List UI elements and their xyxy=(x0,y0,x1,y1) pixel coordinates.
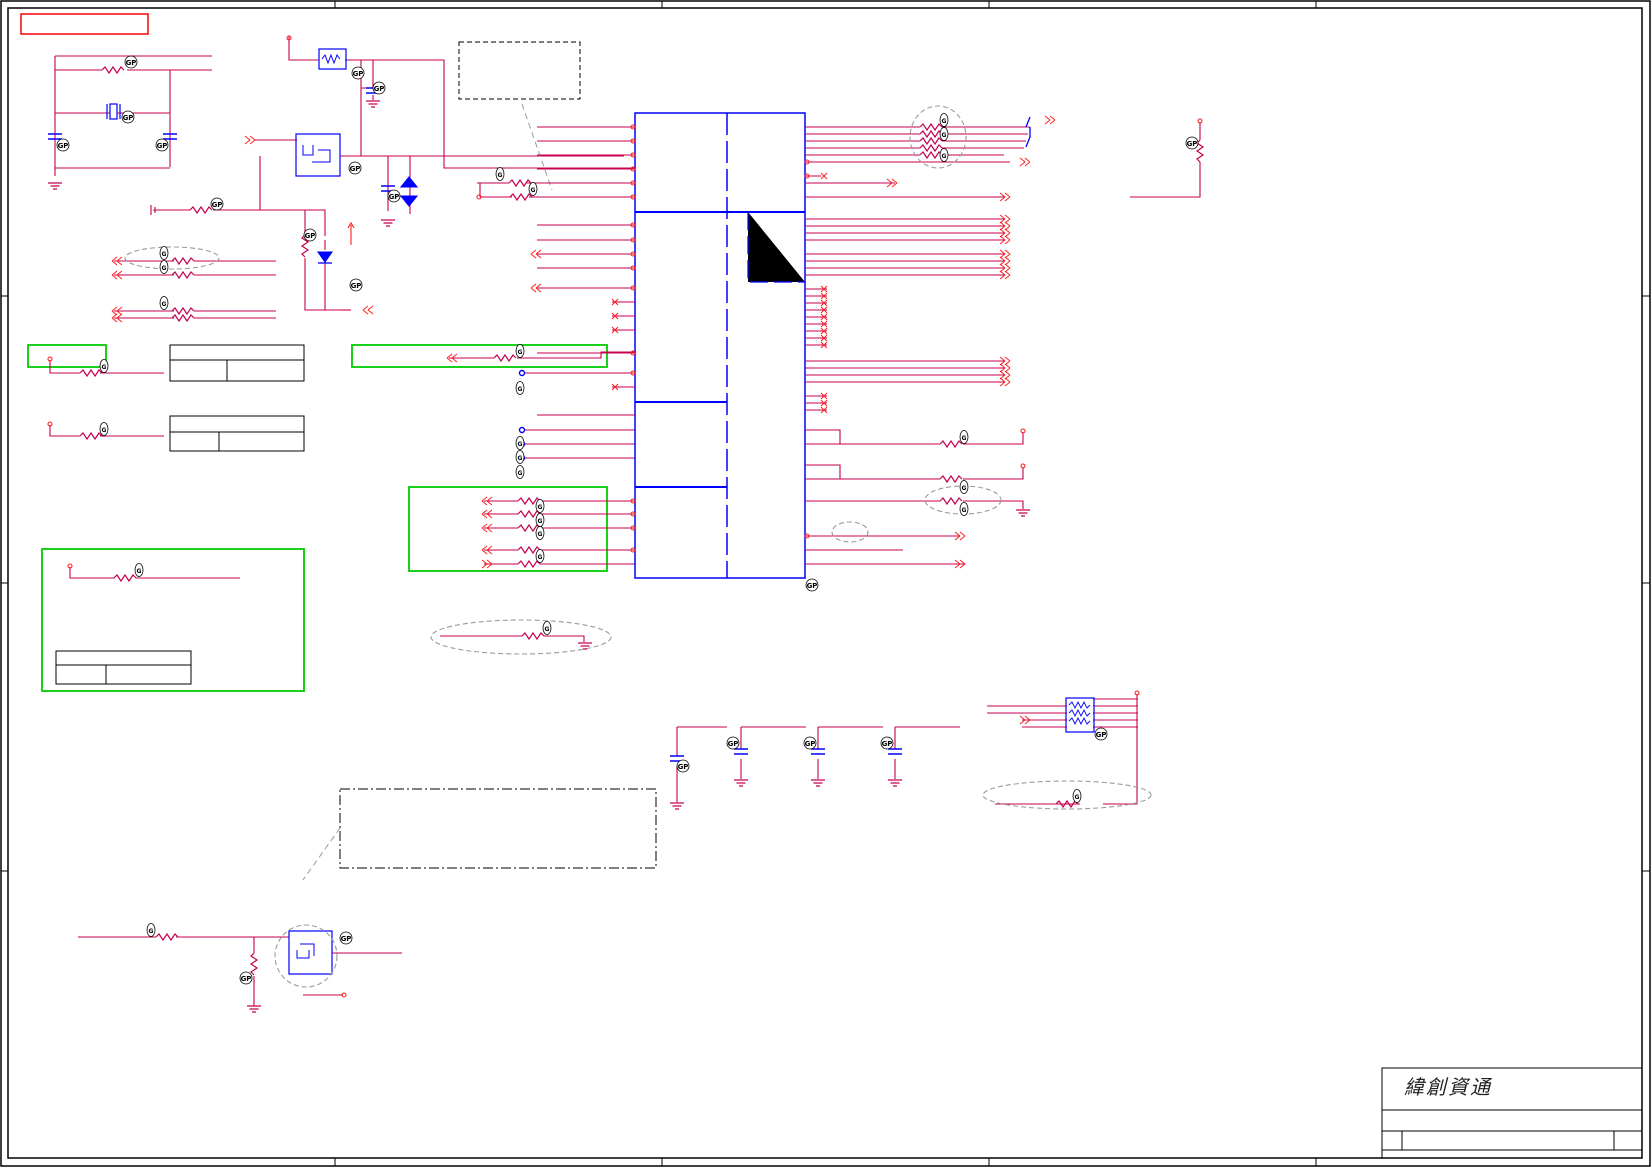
res-tag-icon xyxy=(239,971,253,985)
cap-tag-icon xyxy=(676,759,690,773)
cap-tag-icon xyxy=(803,736,817,750)
res-tag-icon xyxy=(159,296,169,310)
main-ic xyxy=(634,112,806,579)
res-tag-icon xyxy=(303,228,317,242)
res-tag-icon xyxy=(134,563,144,577)
res-tag-icon xyxy=(959,502,969,516)
res-tag-icon xyxy=(1072,789,1082,803)
strap-res xyxy=(67,563,240,582)
note-box xyxy=(339,788,657,869)
option-table xyxy=(169,344,305,452)
res-tag-icon xyxy=(959,430,969,444)
switch-tag-icon xyxy=(348,161,362,175)
crystal-tag-icon xyxy=(121,110,135,124)
res-tag-icon xyxy=(515,344,525,358)
diode-tag-icon xyxy=(349,278,363,292)
schematic-sheet: GP G xyxy=(0,0,1651,1167)
cap-tag-icon xyxy=(880,736,894,750)
res-tag-icon xyxy=(959,480,969,494)
crystal-tag-icon xyxy=(124,55,138,69)
cap-tag-icon xyxy=(726,736,740,750)
rnet-tag-icon xyxy=(1094,727,1108,741)
pullup-res-right xyxy=(1130,118,1204,198)
res-tag-icon xyxy=(535,549,545,563)
company-logo: 緯創資通 xyxy=(1404,1075,1492,1099)
option-table xyxy=(55,650,192,685)
res-tag-icon xyxy=(1185,136,1199,150)
res-tag-icon xyxy=(159,246,169,260)
left-signal-group xyxy=(111,246,276,323)
tp-tag-icon xyxy=(515,450,525,464)
res-tag-icon xyxy=(210,197,224,211)
tp-tag-icon xyxy=(515,381,525,395)
power-input-circuit xyxy=(150,35,634,315)
res-tag-icon xyxy=(535,499,545,513)
res-tag-icon xyxy=(99,422,109,436)
res-tag-icon xyxy=(542,621,552,635)
ic-right-pins xyxy=(805,105,1031,565)
ic-left-pinballs xyxy=(611,124,636,553)
pulldown-res xyxy=(430,619,612,655)
res-tag-icon xyxy=(528,182,538,196)
highlight-box xyxy=(20,13,149,35)
rpack-tag-icon xyxy=(939,148,949,162)
cap-tag-icon xyxy=(56,138,70,152)
transistor-circuit xyxy=(78,924,402,1013)
rpack-tag-icon xyxy=(939,127,949,141)
annotation-box xyxy=(351,344,608,368)
ic-tag-icon xyxy=(805,578,819,592)
sheet-border xyxy=(0,0,1651,1167)
res-tag-icon xyxy=(99,359,109,373)
res-tag-icon xyxy=(535,526,545,540)
ic-right-arrows xyxy=(820,115,1056,569)
cap-tag-icon xyxy=(372,81,386,95)
note-box xyxy=(458,41,581,100)
fuse-tag-icon xyxy=(351,66,365,80)
res-tag-icon xyxy=(535,513,545,527)
resistor-network xyxy=(982,690,1152,810)
annotation-box xyxy=(408,486,608,572)
resistor-bank xyxy=(481,496,635,569)
res-tag-icon xyxy=(495,167,505,181)
annotation-box xyxy=(41,548,305,692)
tp-tag-icon xyxy=(515,436,525,450)
fet-tag-icon xyxy=(339,931,353,945)
tp-tag-icon xyxy=(515,465,525,479)
annotation-box xyxy=(27,344,107,368)
res-tag-icon xyxy=(159,260,169,274)
res-tag-icon xyxy=(146,923,156,937)
rpack-tag-icon xyxy=(939,113,949,127)
rpack-resistors xyxy=(919,123,943,159)
cap-tag-icon xyxy=(387,189,401,203)
cap-tag-icon xyxy=(155,138,169,152)
